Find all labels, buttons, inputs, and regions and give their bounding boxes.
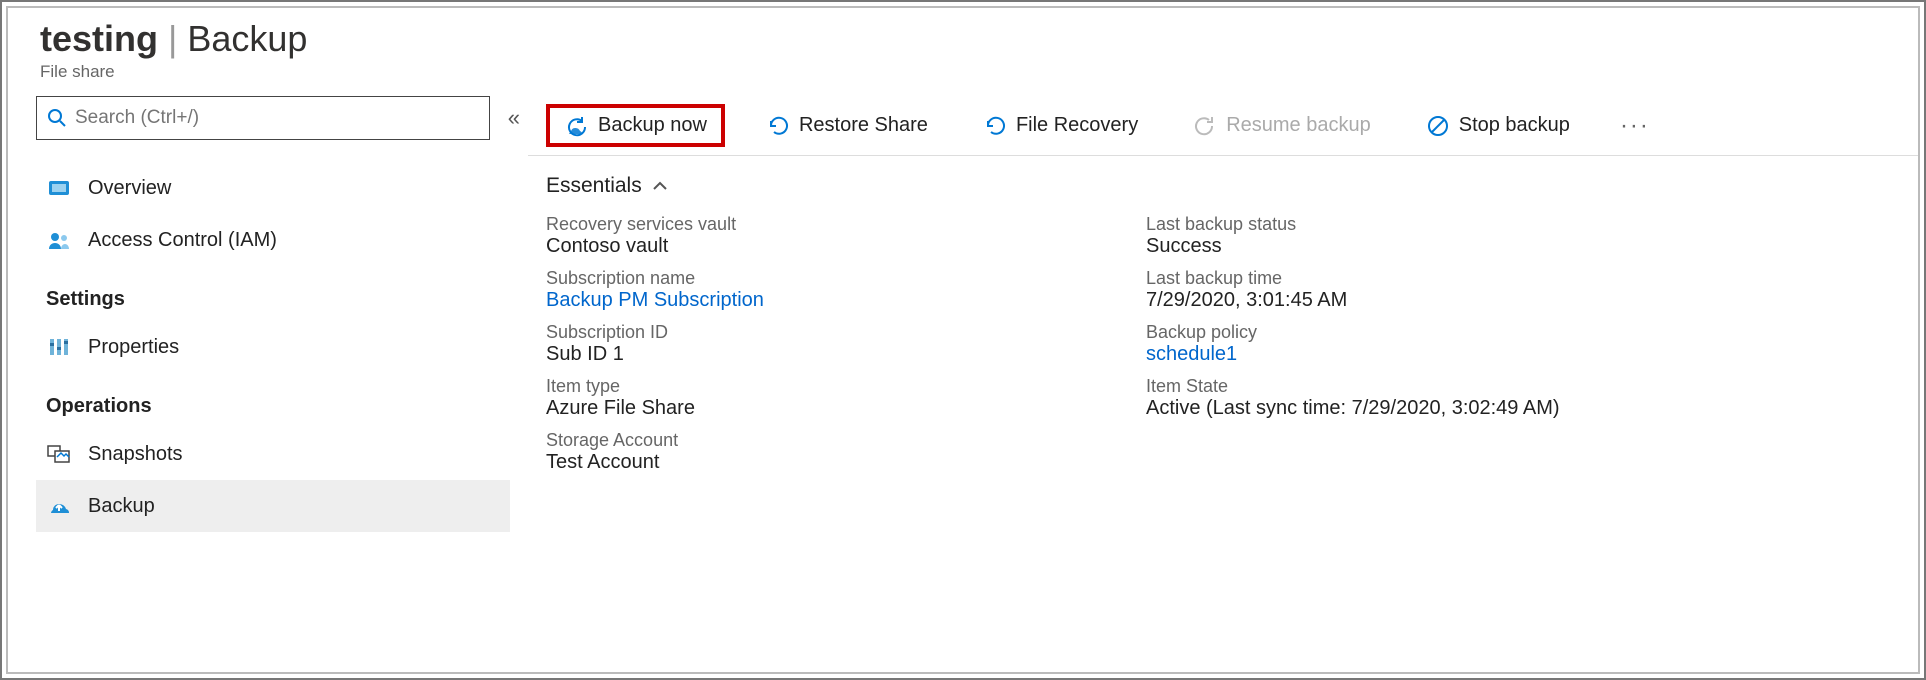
essentials-toggle[interactable]: Essentials [528, 156, 1918, 210]
page-title: testing | Backup [40, 18, 1886, 60]
field-label: Last backup status [1146, 214, 1918, 235]
overview-icon [46, 178, 72, 198]
page-subtitle: File share [40, 62, 1886, 82]
backup-now-icon [564, 115, 588, 137]
field-label: Item type [546, 376, 1146, 397]
sidebar-item-backup[interactable]: Backup [36, 480, 510, 532]
toolbar-label: Resume backup [1226, 114, 1371, 137]
access-control-icon [46, 230, 72, 250]
properties-icon [46, 337, 72, 357]
field-label: Item State [1146, 376, 1918, 397]
toolbar-label: Restore Share [799, 114, 928, 137]
stop-backup-icon [1427, 115, 1449, 137]
page-header: testing | Backup File share [8, 8, 1918, 82]
page-name: Backup [187, 18, 307, 60]
sidebar: « Overview Access Control (IAM) Settings [8, 96, 528, 660]
backup-now-button[interactable]: Backup now [546, 104, 725, 147]
field-value-last-backup-time: 7/29/2020, 3:01:45 AM [1146, 289, 1918, 312]
more-commands-button[interactable]: ··· [1612, 112, 1658, 140]
sidebar-item-label: Properties [88, 336, 179, 359]
field-label: Last backup time [1146, 268, 1918, 289]
sidebar-section-operations: Operations [36, 373, 510, 428]
sidebar-item-access-control[interactable]: Access Control (IAM) [36, 214, 510, 266]
field-value-recovery-vault: Contoso vault [546, 235, 1146, 258]
resume-backup-icon [1194, 115, 1216, 137]
field-label: Storage Account [546, 430, 1146, 451]
sidebar-section-settings: Settings [36, 266, 510, 321]
sidebar-item-label: Backup [88, 495, 155, 518]
field-value-subscription-id: Sub ID 1 [546, 343, 1146, 366]
backup-policy-link[interactable]: schedule1 [1146, 343, 1237, 365]
toolbar-label: Stop backup [1459, 114, 1570, 137]
file-recovery-button[interactable]: File Recovery [970, 108, 1152, 143]
sidebar-item-label: Snapshots [88, 443, 183, 466]
field-label: Subscription ID [546, 322, 1146, 343]
resume-backup-button: Resume backup [1180, 108, 1385, 143]
field-value-item-state: Active (Last sync time: 7/29/2020, 3:02:… [1146, 397, 1918, 420]
search-icon [47, 108, 67, 128]
sidebar-item-properties[interactable]: Properties [36, 321, 510, 373]
field-value-last-backup-status: Success [1146, 235, 1918, 258]
command-bar: Backup now Restore Share File Recovery [528, 96, 1918, 156]
backup-icon [46, 496, 72, 516]
essentials-label: Essentials [546, 174, 642, 198]
sidebar-item-label: Overview [88, 177, 171, 200]
field-value-storage-account: Test Account [546, 451, 1146, 474]
toolbar-label: Backup now [598, 114, 707, 137]
subscription-link[interactable]: Backup PM Subscription [546, 289, 764, 311]
collapse-sidebar-button[interactable]: « [508, 105, 510, 131]
restore-share-button[interactable]: Restore Share [753, 108, 942, 143]
sidebar-item-snapshots[interactable]: Snapshots [36, 428, 510, 480]
field-label: Recovery services vault [546, 214, 1146, 235]
restore-icon [767, 115, 789, 137]
chevron-up-icon [652, 180, 668, 192]
essentials-right: Last backup status Success Last backup t… [1146, 214, 1918, 484]
field-label: Subscription name [546, 268, 1146, 289]
file-recovery-icon [984, 115, 1006, 137]
search-input[interactable] [75, 107, 479, 129]
main-content: Backup now Restore Share File Recovery [528, 96, 1918, 660]
toolbar-label: File Recovery [1016, 114, 1138, 137]
search-input-wrapper[interactable] [36, 96, 490, 140]
resource-name: testing [40, 18, 158, 60]
stop-backup-button[interactable]: Stop backup [1413, 108, 1584, 143]
sidebar-item-label: Access Control (IAM) [88, 229, 277, 252]
title-separator: | [168, 18, 177, 60]
essentials-panel: Recovery services vault Contoso vault Su… [528, 210, 1918, 484]
snapshots-icon [46, 444, 72, 464]
field-value-item-type: Azure File Share [546, 397, 1146, 420]
sidebar-item-overview[interactable]: Overview [36, 162, 510, 214]
essentials-left: Recovery services vault Contoso vault Su… [546, 214, 1146, 484]
field-label: Backup policy [1146, 322, 1918, 343]
